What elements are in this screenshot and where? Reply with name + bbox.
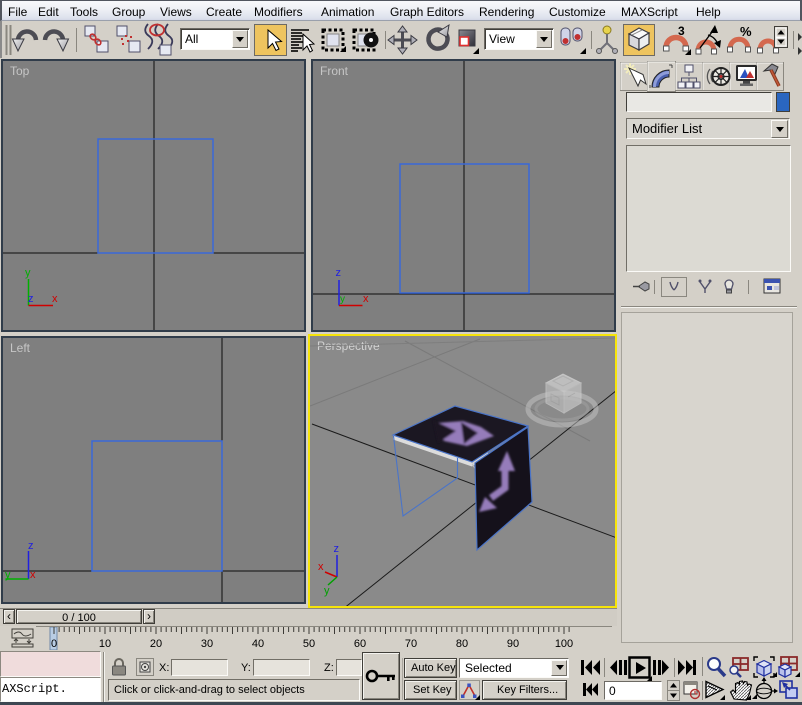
svg-text:z: z	[336, 267, 342, 279]
svg-text:y: y	[5, 569, 11, 581]
svg-text:90: 90	[507, 638, 519, 650]
svg-text:50: 50	[303, 638, 315, 650]
svg-text:z: z	[28, 293, 34, 305]
svg-text:30: 30	[201, 638, 213, 650]
svg-text:80: 80	[456, 638, 468, 650]
svg-text:3: 3	[678, 24, 685, 38]
svg-text:60: 60	[354, 638, 366, 650]
svg-text:x: x	[52, 293, 58, 305]
svg-text:y: y	[340, 294, 345, 305]
svg-text:x: x	[318, 561, 324, 573]
svg-text:x: x	[363, 293, 369, 305]
svg-text:20: 20	[150, 638, 162, 650]
svg-text:z: z	[28, 540, 34, 552]
svg-text:%: %	[740, 24, 752, 39]
svg-text:70: 70	[405, 638, 417, 650]
svg-text:100: 100	[555, 638, 573, 650]
svg-text:y: y	[324, 585, 330, 597]
svg-text:y: y	[25, 267, 31, 279]
svg-text:0: 0	[51, 638, 57, 650]
svg-text:x: x	[30, 569, 36, 581]
svg-text:40: 40	[252, 638, 264, 650]
svg-text:z: z	[334, 543, 340, 555]
svg-text:10: 10	[99, 638, 111, 650]
